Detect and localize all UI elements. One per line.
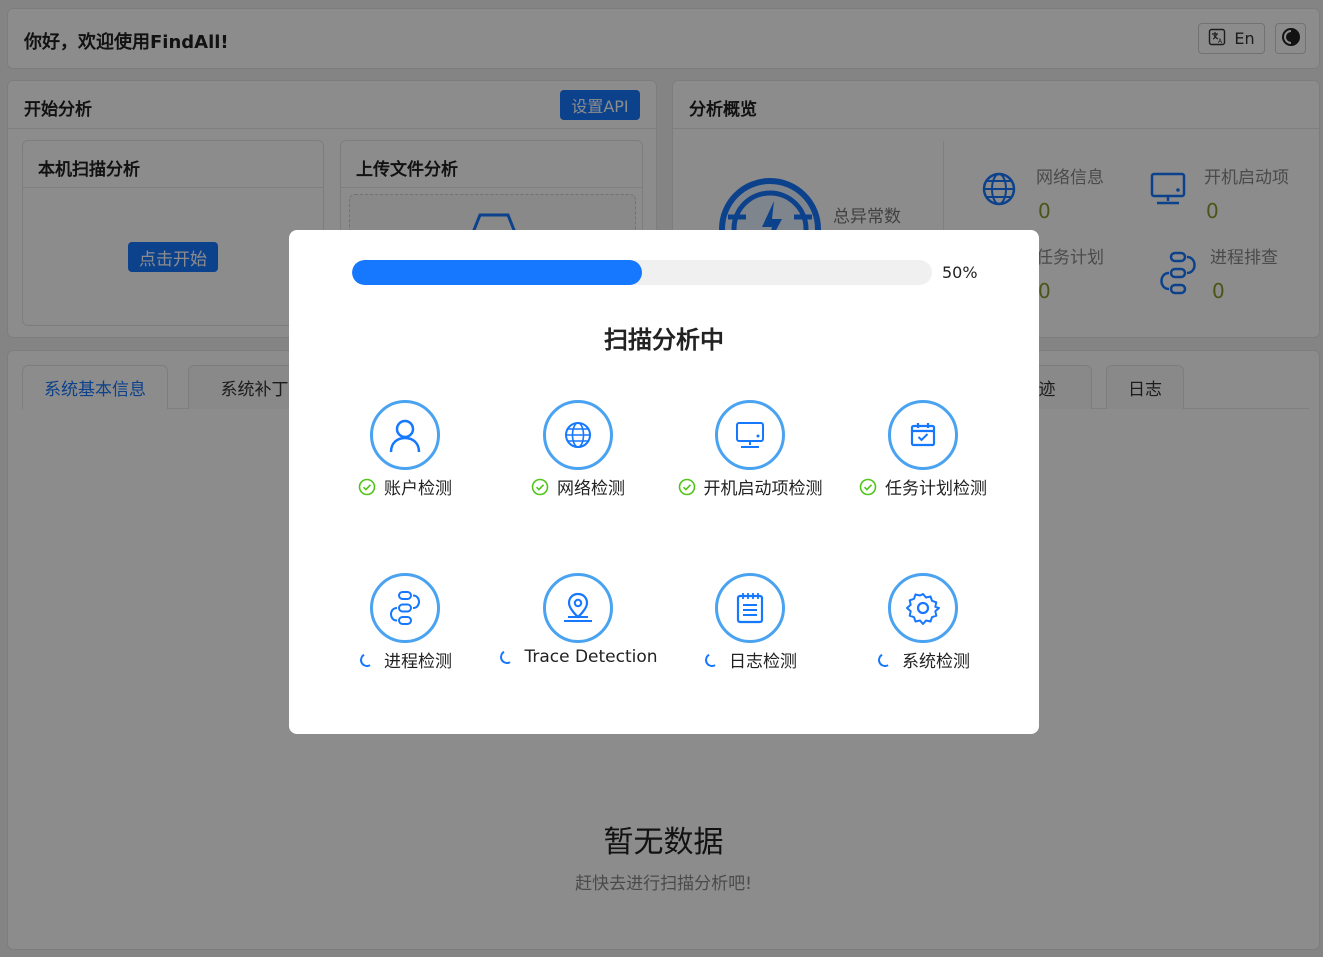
globe-icon bbox=[543, 400, 613, 470]
check-circle-icon bbox=[358, 478, 376, 496]
check-item-label: 日志检测 bbox=[729, 652, 797, 672]
progress-bar bbox=[352, 260, 932, 285]
check-item-label: Trace Detection bbox=[524, 647, 658, 667]
monitor-icon bbox=[715, 400, 785, 470]
scan-progress-modal: 50% 扫描分析中 账户检测 网络检测 开机启动项检测 任务计划检测 进程检测 … bbox=[289, 230, 1039, 734]
location-pin-icon bbox=[543, 573, 613, 643]
check-circle-icon bbox=[678, 478, 696, 496]
check-circle-icon bbox=[859, 478, 877, 496]
check-item-label: 账户检测 bbox=[384, 479, 452, 499]
check-item-label: 进程检测 bbox=[384, 652, 452, 672]
modal-title: 扫描分析中 bbox=[604, 326, 724, 354]
check-circle-icon bbox=[531, 478, 549, 496]
calendar-check-icon bbox=[888, 400, 958, 470]
loading-spinner-icon bbox=[358, 650, 376, 669]
progress-bar-fill bbox=[352, 260, 642, 285]
process-icon bbox=[370, 573, 440, 643]
user-icon bbox=[370, 400, 440, 470]
check-item-label: 系统检测 bbox=[902, 652, 970, 672]
loading-spinner-icon bbox=[876, 650, 894, 669]
check-item-label: 网络检测 bbox=[557, 479, 625, 499]
check-item-label: 开机启动项检测 bbox=[703, 479, 823, 499]
loading-spinner-icon bbox=[498, 648, 517, 666]
notepad-icon bbox=[715, 573, 785, 643]
gear-icon bbox=[888, 573, 958, 643]
check-item-label: 任务计划检测 bbox=[885, 479, 987, 499]
loading-spinner-icon bbox=[703, 650, 721, 669]
progress-percent-text: 50% bbox=[942, 263, 978, 282]
